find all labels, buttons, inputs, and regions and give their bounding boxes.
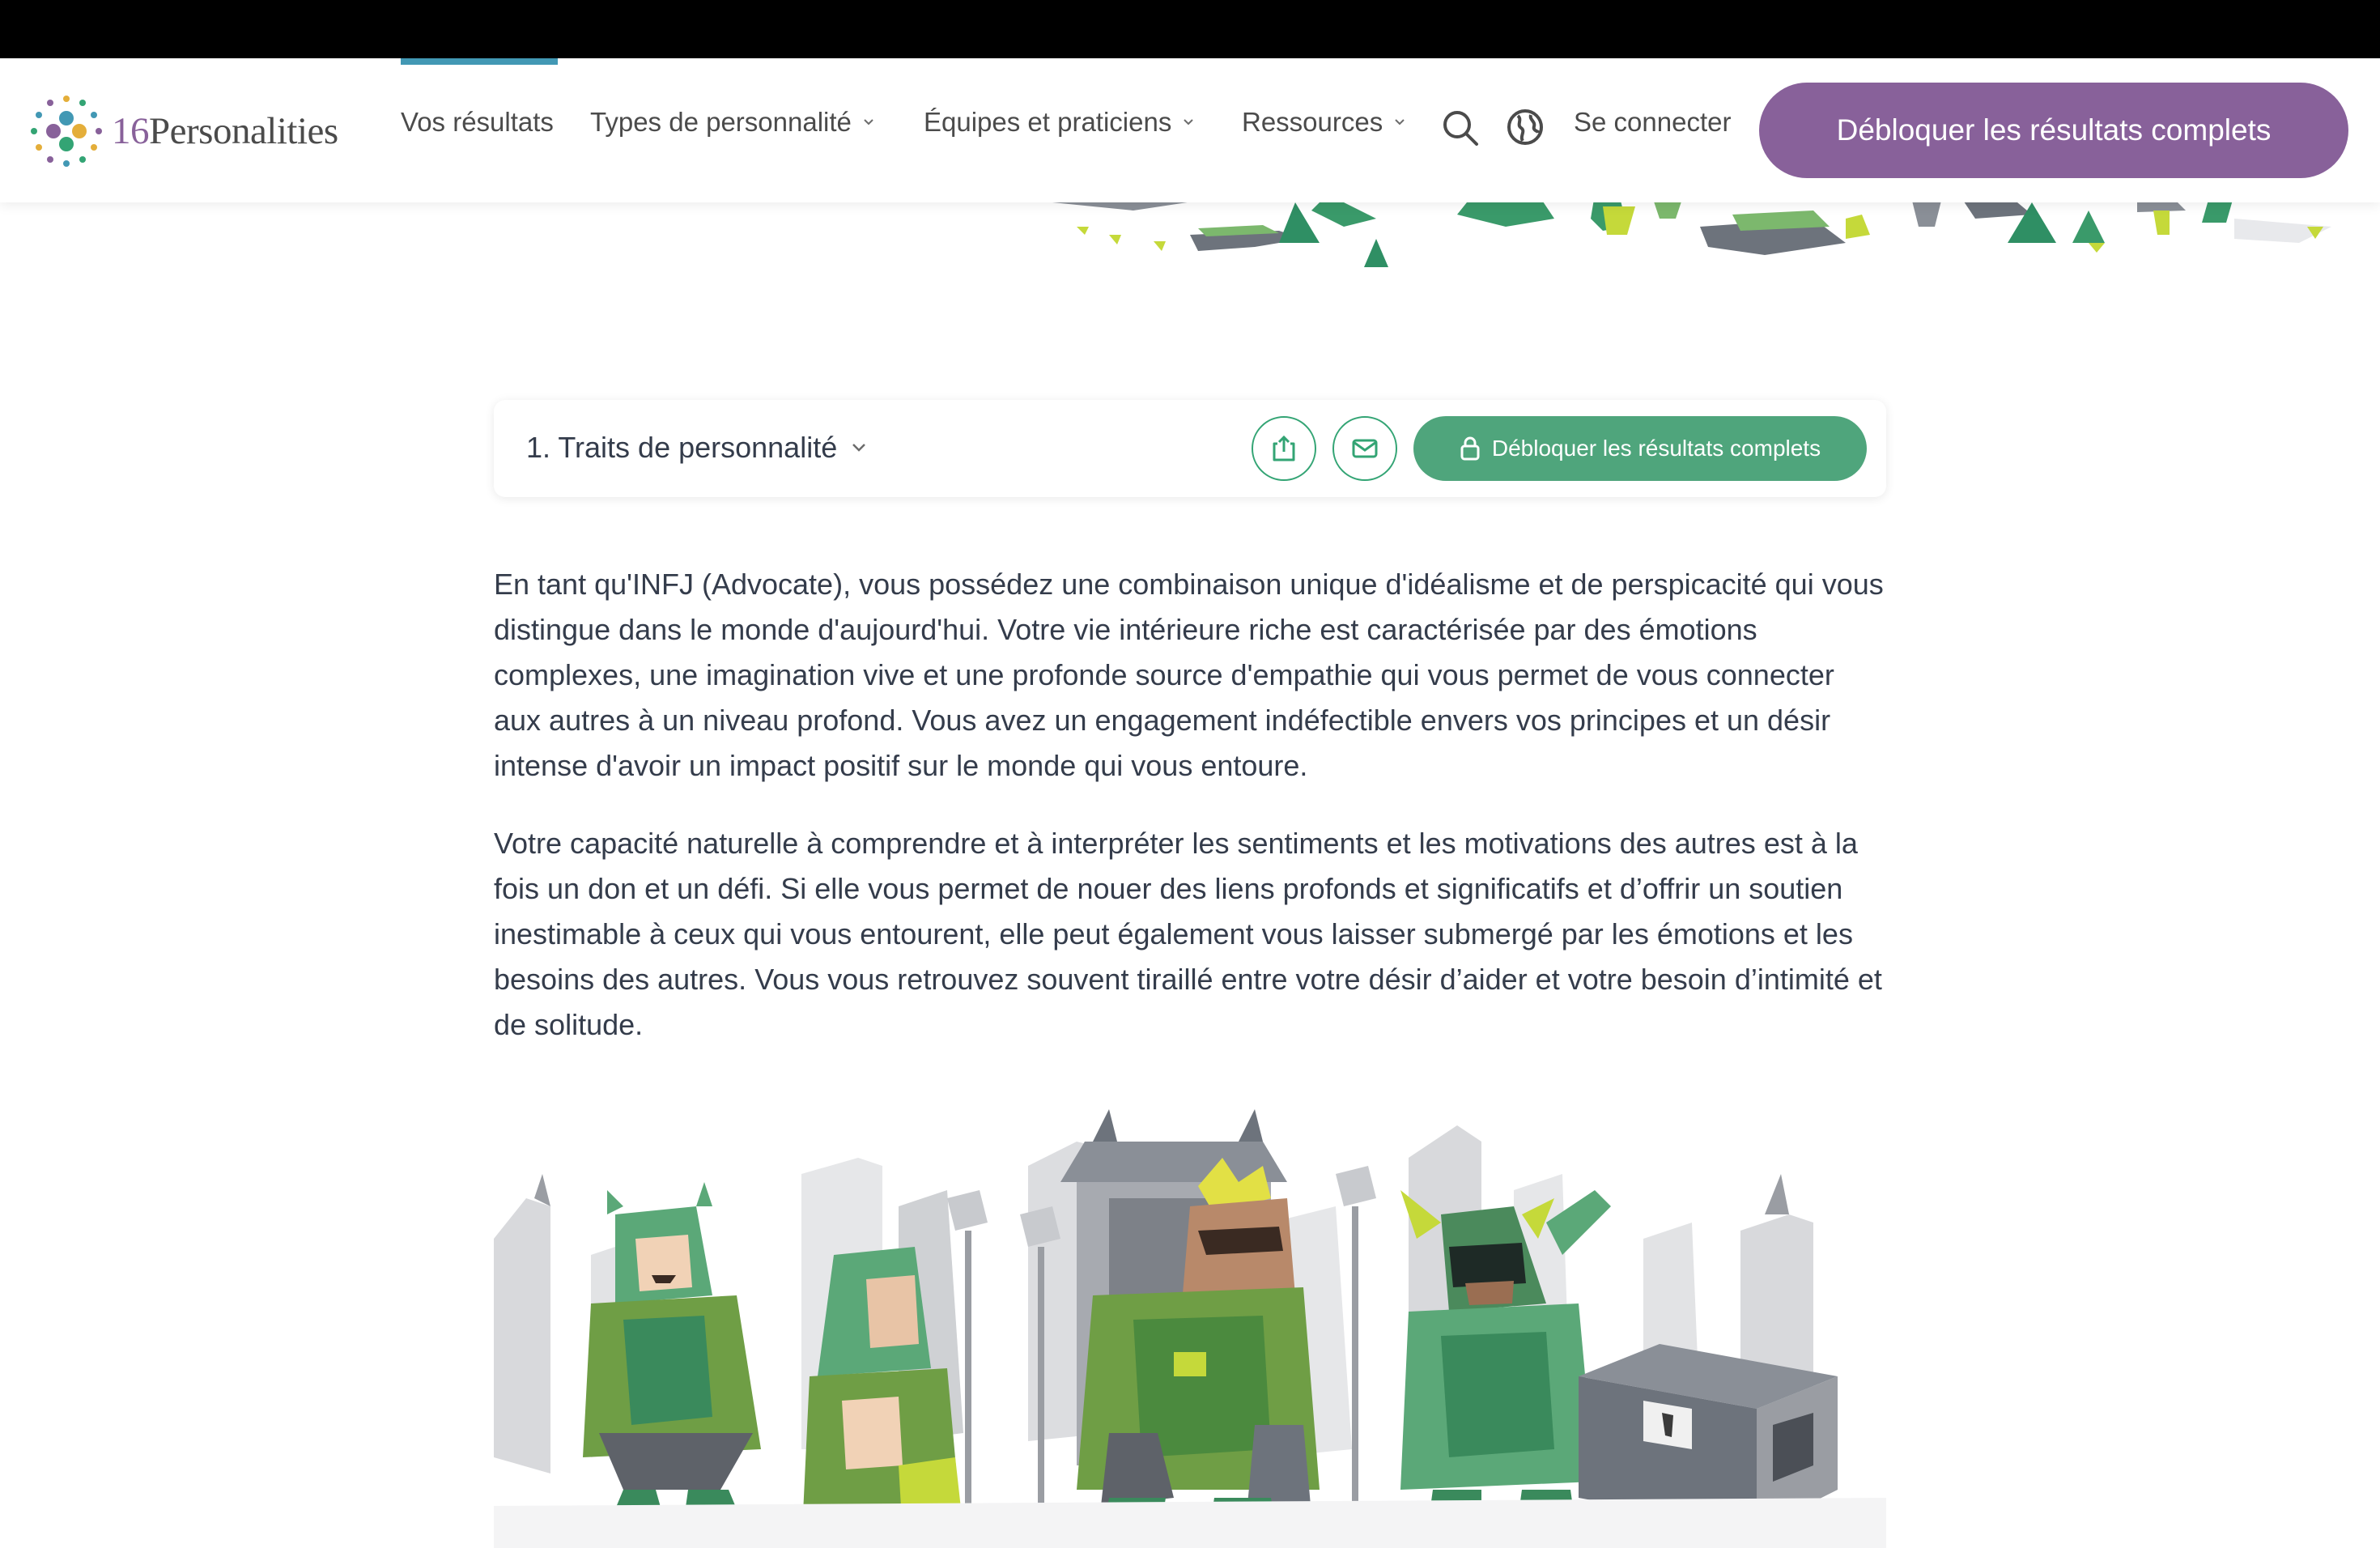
unlock-full-results-button[interactable]: Débloquer les résultats complets: [1759, 83, 2348, 178]
lock-icon: [1460, 436, 1480, 461]
section-unlock-label: Débloquer les résultats complets: [1491, 436, 1821, 461]
mail-icon: [1352, 439, 1378, 458]
section-toolbar: 1. Traits de personnalité Débloquer les …: [494, 400, 1886, 497]
nav-personality-types[interactable]: Types de personnalité: [590, 107, 874, 138]
hero-landscape-illustration: [1052, 194, 2331, 267]
characters-illustration: [494, 1109, 1886, 1548]
globe-icon[interactable]: [1507, 108, 1544, 146]
empathy-paragraph: Votre capacité naturelle à comprendre et…: [494, 827, 1882, 1041]
chevron-down-icon: [1395, 119, 1405, 125]
nav-teams[interactable]: Équipes et praticiens: [924, 107, 1194, 138]
share-button[interactable]: [1252, 416, 1316, 481]
site-header: 16Personalities Vos résultats Types de p…: [0, 58, 2380, 202]
browser-top-bar: [0, 0, 2380, 58]
section-unlock-button[interactable]: Débloquer les résultats complets: [1413, 416, 1867, 481]
nav-your-results[interactable]: Vos résultats: [401, 107, 554, 138]
search-icon[interactable]: [1441, 108, 1480, 147]
nav-personality-types-label: Types de personnalité: [590, 107, 852, 137]
email-button[interactable]: [1332, 416, 1397, 481]
section-title: 1. Traits de personnalité: [526, 431, 838, 464]
login-link[interactable]: Se connecter: [1574, 107, 1731, 138]
nav-resources-label: Ressources: [1242, 107, 1383, 137]
logo-wordmark: 16Personalities: [112, 110, 338, 152]
section-selector[interactable]: 1. Traits de personnalité: [526, 431, 866, 465]
chevron-down-icon: [864, 119, 873, 125]
login-label: Se connecter: [1574, 107, 1732, 137]
chevron-down-icon: [852, 444, 866, 452]
share-icon: [1273, 435, 1295, 461]
nav-your-results-label: Vos résultats: [401, 107, 554, 137]
chevron-down-icon: [1184, 119, 1194, 125]
logo-dots-icon: [31, 96, 102, 167]
intro-paragraph: En tant qu'INFJ (Advocate), vous posséde…: [494, 568, 1884, 782]
active-tab-indicator: [401, 58, 558, 65]
nav-teams-label: Équipes et praticiens: [924, 107, 1172, 137]
nav-resources[interactable]: Ressources: [1242, 107, 1405, 138]
site-logo[interactable]: 16Personalities: [29, 94, 338, 168]
